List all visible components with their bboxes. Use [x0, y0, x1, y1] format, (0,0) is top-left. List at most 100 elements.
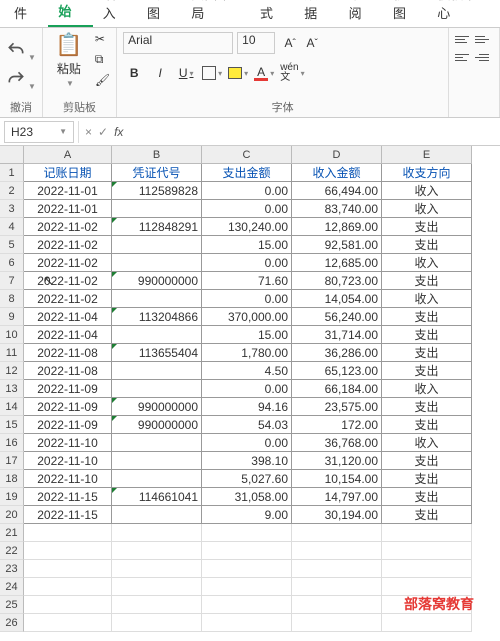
cell[interactable]: 10,154.00 — [292, 470, 382, 488]
cell[interactable] — [202, 578, 292, 596]
cell[interactable]: 14,797.00 — [292, 488, 382, 506]
row-header[interactable]: 2 — [0, 182, 24, 200]
col-header-C[interactable]: C — [202, 146, 292, 164]
cell[interactable]: 2022-11-10 — [24, 452, 112, 470]
cell[interactable]: 112589828 — [112, 182, 202, 200]
row-header[interactable]: 8 — [0, 290, 24, 308]
cell[interactable]: 15.00 — [202, 236, 292, 254]
cell[interactable] — [112, 380, 202, 398]
redo-button[interactable]: ▼ — [6, 69, 36, 92]
cell[interactable]: 2022-11-10 — [24, 434, 112, 452]
cell[interactable]: 130,240.00 — [202, 218, 292, 236]
borders-button[interactable]: ▾ — [201, 62, 223, 84]
cell[interactable]: 收入 — [382, 182, 472, 200]
cell[interactable]: 0.00 — [202, 434, 292, 452]
col-header-B[interactable]: B — [112, 146, 202, 164]
cell[interactable] — [202, 524, 292, 542]
row-header[interactable]: 11 — [0, 344, 24, 362]
cell[interactable]: 支出 — [382, 398, 472, 416]
cell[interactable]: 66,184.00 — [292, 380, 382, 398]
cell[interactable] — [292, 578, 382, 596]
cell[interactable] — [202, 614, 292, 632]
cell[interactable] — [292, 560, 382, 578]
cell[interactable]: 2022-11-08 — [24, 362, 112, 380]
italic-button[interactable]: I — [149, 62, 171, 84]
underline-button[interactable]: U▾ — [175, 62, 197, 84]
cell[interactable]: 支出 — [382, 344, 472, 362]
font-size-select[interactable]: 10 — [237, 32, 275, 54]
cell[interactable] — [112, 470, 202, 488]
cell[interactable]: 收入 — [382, 290, 472, 308]
cell[interactable] — [112, 560, 202, 578]
copy-button[interactable]: ⧉ — [95, 52, 110, 67]
cell[interactable] — [112, 326, 202, 344]
cell[interactable] — [292, 542, 382, 560]
cell[interactable]: 112848291 — [112, 218, 202, 236]
cell[interactable] — [202, 596, 292, 614]
menu-template[interactable]: 模板中心 — [427, 0, 496, 27]
cell[interactable]: 2022-11-09 — [24, 416, 112, 434]
cell[interactable] — [112, 452, 202, 470]
cell[interactable]: 凭证代号 — [112, 164, 202, 182]
cell[interactable] — [292, 524, 382, 542]
cell[interactable]: 4.50 — [202, 362, 292, 380]
cell[interactable]: 12,869.00 — [292, 218, 382, 236]
cell[interactable]: 收入 — [382, 380, 472, 398]
cell[interactable] — [112, 254, 202, 272]
row-header[interactable]: 17 — [0, 452, 24, 470]
cell[interactable] — [202, 542, 292, 560]
cell[interactable]: 支出 — [382, 236, 472, 254]
cell[interactable]: 92,581.00 — [292, 236, 382, 254]
menu-formula[interactable]: 公式 — [250, 0, 294, 27]
menu-file[interactable]: 文件 — [4, 0, 48, 27]
cell[interactable] — [24, 578, 112, 596]
cell[interactable]: 支出 — [382, 218, 472, 236]
cell[interactable]: 0.00 — [202, 290, 292, 308]
cell[interactable]: 71.60 — [202, 272, 292, 290]
cell[interactable] — [292, 614, 382, 632]
cell[interactable]: 172.00 — [292, 416, 382, 434]
cell[interactable] — [292, 596, 382, 614]
cell[interactable]: 2022-11-09 — [24, 380, 112, 398]
cell[interactable]: 0.00 — [202, 380, 292, 398]
row-header[interactable]: 19 — [0, 488, 24, 506]
cell[interactable]: 114661041 — [112, 488, 202, 506]
align-left-button[interactable] — [455, 50, 473, 64]
cell[interactable]: 0.00 — [202, 182, 292, 200]
row-header[interactable]: 1 — [0, 164, 24, 182]
cell[interactable] — [112, 434, 202, 452]
cell[interactable] — [112, 524, 202, 542]
cell[interactable]: 收入金额 — [292, 164, 382, 182]
font-name-select[interactable]: Arial — [123, 32, 233, 54]
cell[interactable] — [112, 578, 202, 596]
row-header[interactable]: 5 — [0, 236, 24, 254]
undo-button[interactable]: ▼ — [6, 40, 36, 63]
cell[interactable]: 收入 — [382, 434, 472, 452]
phonetic-button[interactable]: wén文▾ — [279, 62, 305, 84]
cell[interactable]: 31,120.00 — [292, 452, 382, 470]
menu-layout[interactable]: 页面布局 — [181, 0, 250, 27]
row-header[interactable]: 12 — [0, 362, 24, 380]
row-header[interactable]: 24 — [0, 578, 24, 596]
row-header[interactable]: 10 — [0, 326, 24, 344]
cell[interactable] — [112, 290, 202, 308]
cancel-formula-button[interactable]: × — [85, 125, 92, 139]
cell[interactable]: 14,054.00 — [292, 290, 382, 308]
cell[interactable]: 30,194.00 — [292, 506, 382, 524]
cell[interactable]: 15.00 — [202, 326, 292, 344]
cut-button[interactable]: ✂ — [95, 32, 110, 46]
cell[interactable]: 5,027.60 — [202, 470, 292, 488]
name-box[interactable]: H23▼ — [4, 121, 74, 143]
row-header[interactable]: 23 — [0, 560, 24, 578]
cell[interactable]: 支出 — [382, 308, 472, 326]
cell[interactable]: 990000000 — [112, 416, 202, 434]
cell[interactable]: 9.00 — [202, 506, 292, 524]
cell[interactable]: 36,286.00 — [292, 344, 382, 362]
cell[interactable]: 94.16 — [202, 398, 292, 416]
cell[interactable]: 2022-11-02 — [24, 272, 112, 290]
cell[interactable]: 收支方向 — [382, 164, 472, 182]
formula-input[interactable] — [129, 121, 500, 143]
cell[interactable]: 1,780.00 — [202, 344, 292, 362]
cell[interactable]: 2022-11-09 — [24, 398, 112, 416]
cell[interactable]: 支出 — [382, 506, 472, 524]
